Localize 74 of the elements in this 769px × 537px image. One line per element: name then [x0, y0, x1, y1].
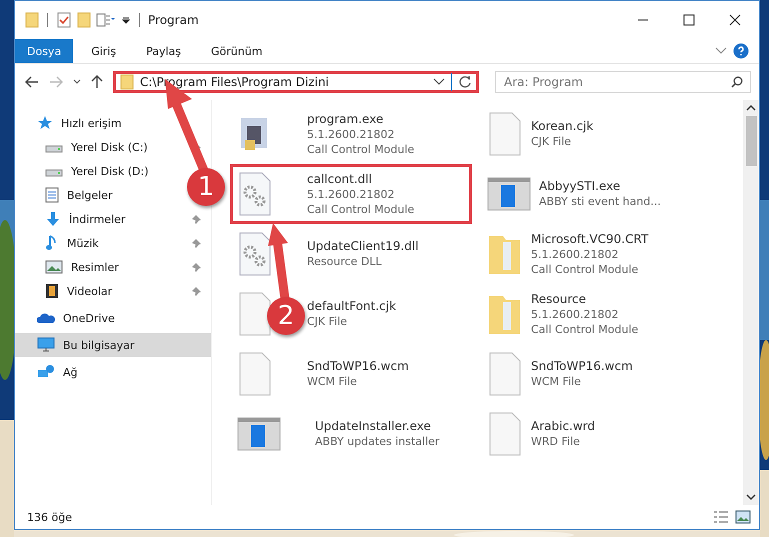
search-field[interactable]: Ara: Program — [495, 71, 751, 93]
sidebar-label: Belgeler — [67, 188, 112, 202]
sidebar-item[interactable]: Ağ — [15, 360, 88, 384]
ribbon-tab[interactable]: Paylaş — [134, 39, 193, 63]
star-icon — [37, 115, 53, 131]
search-icon — [731, 76, 743, 88]
file-detail: ABBY updates installer — [315, 434, 440, 449]
refresh-icon[interactable] — [458, 75, 472, 89]
gear-file-icon — [237, 232, 273, 276]
close-icon[interactable] — [729, 14, 741, 26]
file-name: Microsoft.VC90.CRT — [531, 232, 648, 246]
dropdown-icon[interactable] — [433, 78, 445, 86]
file-detail: Call Control Module — [307, 142, 414, 156]
image-icon — [45, 260, 63, 274]
sidebar-item[interactable]: Resimler — [15, 255, 211, 279]
file-icon — [237, 292, 273, 336]
recent-dropdown-icon[interactable] — [73, 79, 81, 85]
sidebar-label: Hızlı erişim — [61, 116, 122, 130]
sidebar-item[interactable]: Hızlı erişim — [15, 111, 132, 135]
up-icon[interactable] — [91, 75, 103, 89]
file-icon — [487, 352, 523, 396]
file-icon — [487, 112, 523, 156]
back-icon[interactable] — [25, 76, 39, 88]
sidebar-label: Bu bilgisayar — [63, 338, 136, 352]
ribbon-tab[interactable]: Görünüm — [199, 39, 274, 63]
sidebar-label: OneDrive — [63, 312, 115, 324]
document-icon — [45, 187, 59, 203]
file-name: Korean.cjk — [531, 119, 594, 134]
download-icon — [45, 211, 61, 227]
sidebar-label: Müzik — [67, 236, 100, 250]
sidebar-label: Yerel Disk (D:) — [71, 164, 149, 178]
sidebar-item[interactable]: Bu bilgisayar — [15, 333, 211, 357]
window-title: Program — [148, 13, 199, 27]
properties-icon[interactable] — [96, 13, 116, 27]
film-icon — [45, 283, 59, 299]
item-count: 136 öğe — [27, 510, 72, 524]
monitor-icon — [37, 337, 55, 353]
network-icon — [37, 364, 55, 380]
folder-icon — [120, 74, 134, 90]
sidebar-item[interactable]: Yerel Disk (D:) — [15, 159, 159, 183]
sidebar-label: Resimler — [71, 260, 120, 274]
step-marker: 2 — [267, 297, 305, 335]
help-icon[interactable] — [733, 43, 749, 59]
large-icons-view-icon[interactable] — [735, 510, 751, 524]
file-detail: Call Control Module — [307, 202, 414, 216]
sidebar-item[interactable]: Videolar — [15, 279, 211, 303]
file-icon — [487, 412, 523, 456]
scrollbar-thumb[interactable] — [746, 116, 756, 166]
sidebar-label: İndirmeler — [69, 212, 126, 226]
step-marker: 1 — [187, 168, 225, 206]
ribbon-tab[interactable]: Giriş — [79, 39, 128, 63]
sidebar-label: Ağ — [63, 366, 78, 378]
cloud-icon — [37, 312, 55, 324]
sidebar-item[interactable]: Belgeler — [15, 183, 122, 207]
file-name: UpdateClient19.dll — [307, 239, 419, 254]
scroll-down-icon[interactable] — [746, 493, 756, 501]
file-name: defaultFont.cjk — [307, 299, 396, 314]
maximize-icon[interactable] — [683, 14, 695, 26]
application-icon — [487, 177, 531, 211]
sidebar-label: Videolar — [67, 284, 114, 298]
scroll-up-icon[interactable] — [746, 104, 756, 112]
dropdown-icon[interactable] — [121, 15, 131, 25]
file-icon — [237, 352, 273, 396]
sidebar-label: Yerel Disk (C:) — [71, 140, 149, 154]
details-view-icon[interactable] — [713, 510, 729, 524]
ribbon-tab[interactable]: Dosya — [15, 39, 74, 63]
sidebar-item[interactable]: OneDrive — [15, 306, 125, 330]
gear-file-icon — [237, 172, 273, 216]
application-icon — [237, 417, 281, 451]
chevron-icon[interactable] — [715, 47, 727, 55]
sidebar-item[interactable]: İndirmeler — [15, 207, 211, 231]
checklist-icon[interactable] — [56, 12, 72, 28]
sidebar-item[interactable]: Müzik — [15, 231, 211, 255]
file-detail: Call Control Module — [531, 322, 638, 336]
